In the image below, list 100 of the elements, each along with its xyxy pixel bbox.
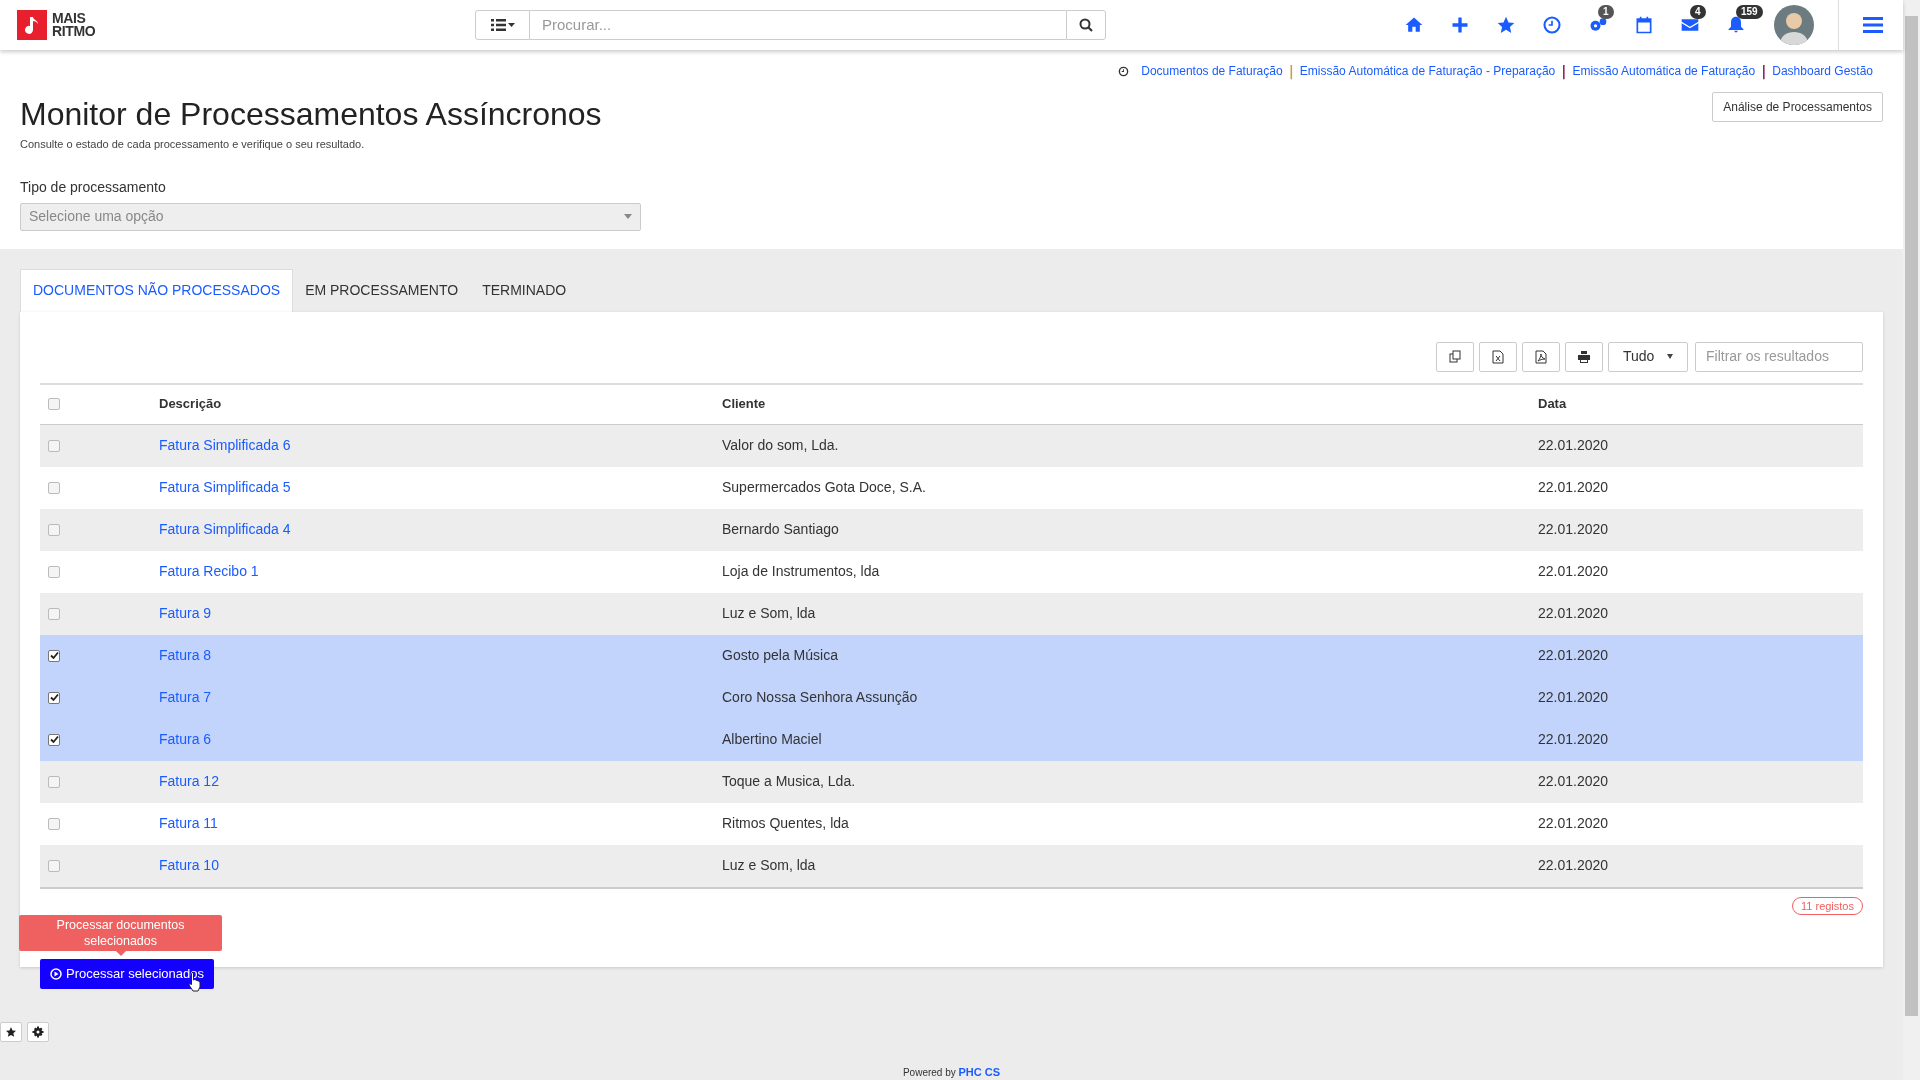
table-cell-text: Albertino Maciel — [722, 730, 823, 749]
field-label: Tipo de processamento — [20, 177, 167, 197]
document-link[interactable]: Fatura 11 — [159, 815, 218, 831]
document-link[interactable]: Fatura 9 — [159, 605, 212, 621]
document-link[interactable]: Fatura Simplificada 4 — [159, 521, 291, 537]
table-cell-text: 22.01.2020 — [1538, 646, 1610, 665]
document-link[interactable]: Fatura Simplificada 5 — [159, 479, 291, 495]
table-cell-text: Toque a Musica, Lda. — [722, 772, 857, 791]
column-header: Descrição — [159, 395, 223, 414]
table-row[interactable]: Fatura Simplificada 6 Valor do som, Lda. 22.01.2020 — [40, 424, 1863, 467]
document-link[interactable]: Fatura 12 — [159, 773, 219, 789]
count-badge: 4 — [1690, 5, 1706, 19]
table-cell-text: 22.01.2020 — [1538, 436, 1610, 455]
table-cell-text: Luz e Som, lda — [722, 856, 817, 875]
table-row[interactable]: Fatura 7 Coro Nossa Senhora Assunção 22.01.2020 — [40, 676, 1863, 719]
breadcrumb-link[interactable]: Emissão Automática de Faturação — [1572, 62, 1756, 80]
home-icon[interactable] — [1404, 15, 1424, 35]
calendar-icon[interactable] — [1634, 15, 1654, 35]
copy-icon[interactable] — [1436, 341, 1474, 372]
list-menu-button[interactable] — [475, 10, 530, 40]
bell-icon[interactable] — [1726, 15, 1746, 35]
checkbox[interactable] — [48, 817, 60, 830]
column-header: Data — [1538, 395, 1568, 414]
table-cell-text: 22.01.2020 — [1538, 856, 1610, 875]
document-link[interactable]: Fatura 8 — [159, 647, 212, 663]
table-cell-text: 22.01.2020 — [1538, 478, 1610, 497]
processing-type-select[interactable]: Selecione uma opção — [20, 202, 641, 231]
breadcrumb-link[interactable]: Dashboard Gestão — [1772, 62, 1873, 80]
pdf-icon[interactable] — [1522, 341, 1560, 372]
plus-icon[interactable] — [1450, 15, 1470, 35]
search-field[interactable]: Procurar... — [530, 10, 1066, 40]
document-link[interactable]: Fatura Recibo 1 — [159, 563, 259, 579]
gear-icon — [32, 1025, 44, 1038]
table-cell-text: 22.01.2020 — [1538, 604, 1610, 623]
star-icon — [5, 1025, 17, 1038]
table-cell-text: Ritmos Quentes, lda — [722, 814, 850, 833]
page-subtitle: Consulte o estado de cada processamento e verifique o seu resultado. — [20, 137, 365, 152]
table-cell-text: 22.01.2020 — [1538, 688, 1610, 707]
tab[interactable]: EM PROCESSAMENTO — [293, 268, 471, 312]
table-cell-text: Bernardo Santiago — [722, 520, 840, 539]
checkbox[interactable] — [48, 481, 60, 494]
checkbox[interactable] — [48, 439, 60, 452]
document-link[interactable]: Fatura Simplificada 6 — [159, 437, 291, 453]
analysis-button[interactable]: Análise de Processamentos — [1712, 92, 1883, 122]
checkbox[interactable] — [48, 398, 60, 410]
table-cell-text: 22.01.2020 — [1538, 814, 1610, 833]
table-cell-text: Valor do som, Lda. — [722, 436, 840, 455]
table-cell-text: 22.01.2020 — [1538, 520, 1610, 539]
document-link[interactable]: Fatura 7 — [159, 689, 212, 705]
count-badge: 159 — [1736, 5, 1763, 19]
list-icon — [490, 19, 515, 31]
checkbox[interactable] — [48, 565, 60, 578]
caret-icon — [1667, 354, 1673, 359]
table-row[interactable]: Fatura 8 Gosto pela Música 22.01.2020 — [40, 634, 1863, 677]
checkbox[interactable] — [48, 733, 60, 746]
document-link[interactable]: Fatura 6 — [159, 731, 212, 747]
table-cell-text: 22.01.2020 — [1538, 730, 1610, 749]
table-row[interactable]: Fatura 9 Luz e Som, lda 22.01.2020 — [40, 592, 1863, 635]
breadcrumb-separator: | — [1561, 64, 1567, 78]
logo-icon — [17, 10, 47, 40]
logo-text: MAIS RITMO — [52, 12, 96, 38]
checkbox[interactable] — [48, 607, 60, 620]
process-selected-button[interactable]: Processar selecionados — [40, 958, 215, 989]
clock-icon[interactable] — [1542, 15, 1562, 35]
table-row[interactable]: Fatura 12 Toque a Musica, Lda. 22.01.2020 — [40, 760, 1863, 803]
table-cell-text: 22.01.2020 — [1538, 562, 1610, 581]
search-button[interactable] — [1066, 10, 1106, 40]
filter-field[interactable]: Filtrar os resultados — [1695, 341, 1863, 372]
history-icon — [1118, 65, 1130, 77]
tooltip: Processar documentos selecionados — [19, 914, 222, 956]
page-size-select[interactable]: Tudo — [1608, 341, 1688, 372]
table-row[interactable]: Fatura 10 Luz e Som, lda 22.01.2020 — [40, 844, 1863, 887]
table-row[interactable]: Fatura 6 Albertino Maciel 22.01.2020 — [40, 718, 1863, 761]
scrollbar[interactable] — [1903, 0, 1920, 1080]
checkbox[interactable] — [48, 649, 60, 662]
caret-icon — [624, 214, 632, 219]
table-cell-text: Gosto pela Música — [722, 646, 839, 665]
settings-button[interactable] — [27, 1021, 49, 1042]
table-cell-text: Loja de Instrumentos, lda — [722, 562, 881, 581]
table-cell-text: Luz e Som, lda — [722, 604, 817, 623]
table-cell-text: Supermercados Gota Doce, S.A. — [722, 478, 927, 497]
tab[interactable]: DOCUMENTOS NÃO PROCESSADOS — [20, 268, 294, 312]
print-icon[interactable] — [1565, 341, 1603, 372]
checkbox[interactable] — [48, 775, 60, 788]
excel-icon[interactable] — [1479, 341, 1517, 372]
checkbox[interactable] — [48, 859, 60, 872]
table-row[interactable]: Fatura Simplificada 4 Bernardo Santiago 22.01.2020 — [40, 508, 1863, 551]
breadcrumb-link[interactable]: Documentos de Faturação — [1141, 62, 1283, 80]
star-icon[interactable] — [1496, 15, 1516, 35]
tab[interactable]: TERMINADO — [470, 268, 579, 312]
document-link[interactable]: Fatura 10 — [159, 857, 219, 873]
favorite-button[interactable] — [0, 1021, 22, 1042]
powered-by-text: Powered by PHC CS — [901, 1064, 1002, 1080]
search-icon — [1079, 18, 1093, 32]
page-title: Monitor de Processamentos Assíncronos — [20, 95, 602, 134]
checkbox[interactable] — [48, 691, 60, 704]
checkbox[interactable] — [48, 523, 60, 536]
play-icon — [50, 967, 62, 980]
table-cell-text: 22.01.2020 — [1538, 772, 1610, 791]
breadcrumb-link[interactable]: Emissão Automática de Faturação - Preparação — [1299, 62, 1556, 80]
